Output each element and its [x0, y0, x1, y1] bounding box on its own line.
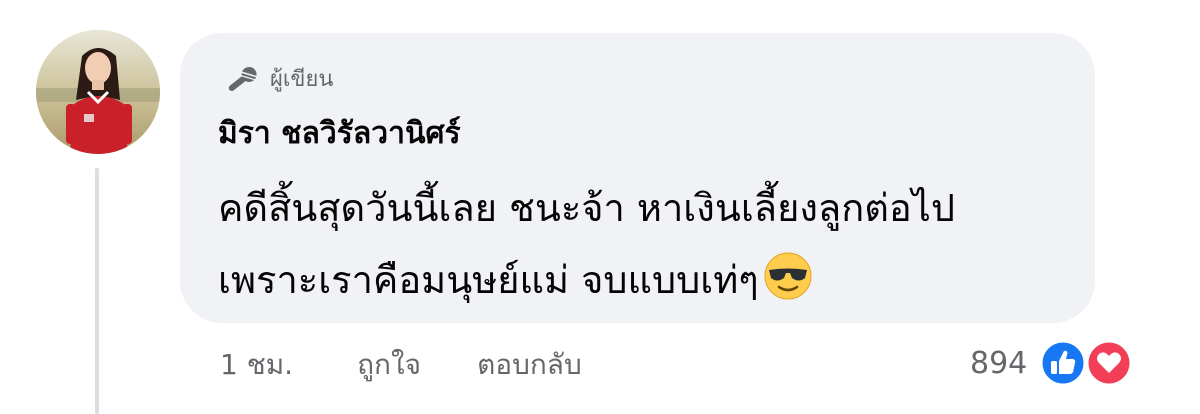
comment-text-line-2-content: เพราะเราคือมนุษย์แม่ จบแบบเท่ๆ [218, 258, 759, 302]
avatar[interactable] [36, 30, 160, 154]
comment-text-line-2: เพราะเราคือมนุษย์แม่ จบแบบเท่ๆ [218, 244, 1078, 316]
sunglasses-emoji-icon [763, 251, 813, 301]
reply-button[interactable]: ตอบกลับ [477, 343, 582, 387]
thread-line [95, 168, 99, 414]
microphone-icon [222, 64, 262, 96]
reaction-count: 894 [970, 345, 1028, 381]
like-button[interactable]: ถูกใจ [357, 343, 421, 387]
comment-timestamp[interactable]: 1 ชม. [220, 343, 293, 387]
love-reaction-icon [1085, 339, 1133, 387]
author-name[interactable]: มิรา ชลวิรัลวานิศร์ [218, 112, 461, 156]
reactions-summary[interactable]: 894 [970, 338, 1139, 388]
comment-actions: 1 ชม. ถูกใจ ตอบกลับ [220, 340, 582, 390]
comment-text: คดีสิ้นสุดวันนี้เลย ชนะจ้า หาเงินเลี้ยงล… [218, 172, 1078, 316]
author-badge-label: ผู้เขียน [270, 67, 334, 92]
comment-text-line-1: คดีสิ้นสุดวันนี้เลย ชนะจ้า หาเงินเลี้ยงล… [218, 186, 955, 230]
like-reaction-icon [1039, 339, 1087, 387]
comment-container: ผู้เขียน มิรา ชลวิรัลวานิศร์ คดีสิ้นสุดว… [0, 0, 1200, 414]
author-badge: ผู้เขียน [222, 62, 333, 98]
reaction-icons [1039, 339, 1139, 387]
